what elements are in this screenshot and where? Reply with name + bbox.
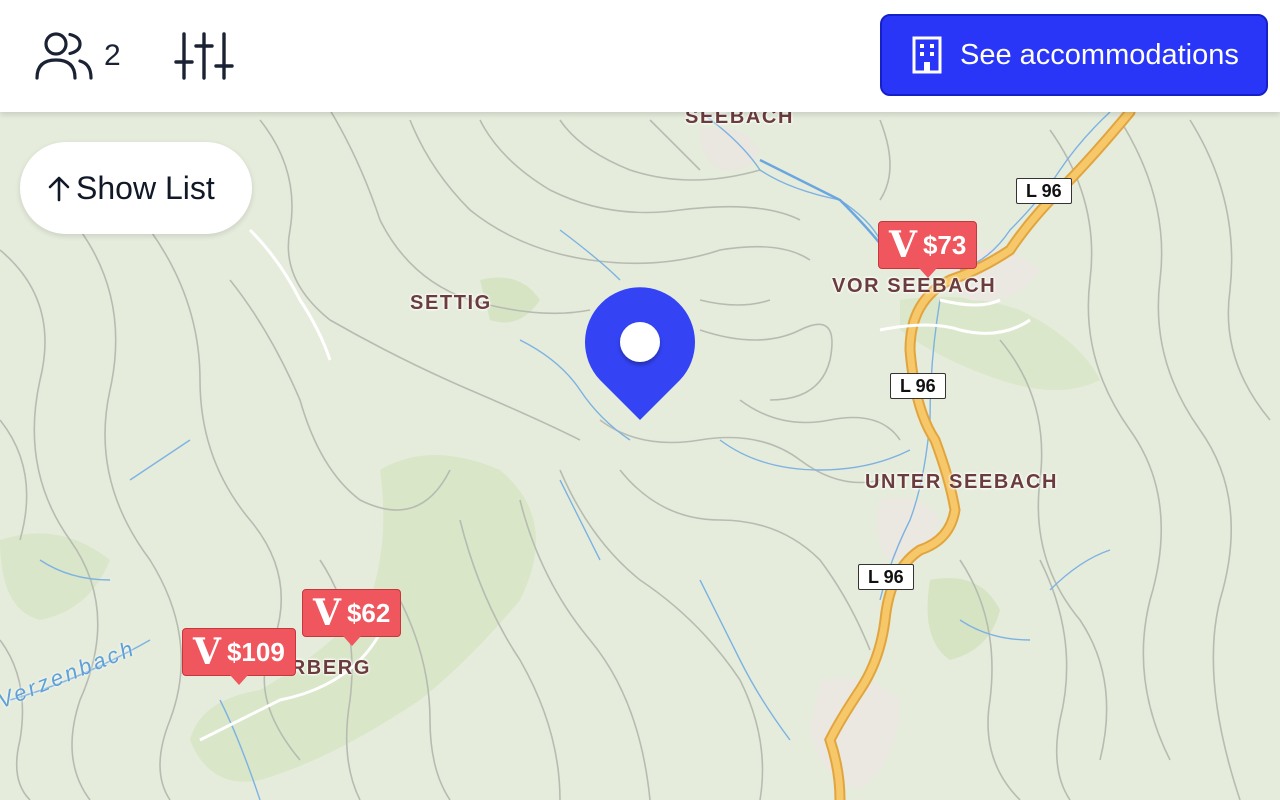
vendor-logo: V: [313, 592, 341, 634]
top-bar: 2 See accommodations: [0, 0, 1280, 112]
vendor-logo: V: [889, 224, 917, 266]
place-label-vor-seebach: VOR SEEBACH: [832, 275, 997, 297]
see-accommodations-label: See accommodations: [960, 38, 1239, 71]
guests-count: 2: [104, 39, 121, 72]
show-list-label: Show List: [76, 169, 215, 206]
place-label-settig: SETTIG: [410, 292, 492, 314]
show-list-button[interactable]: Show List: [20, 142, 252, 234]
see-accommodations-button[interactable]: See accommodations: [880, 14, 1268, 96]
price-amount: $73: [922, 229, 967, 260]
road-label: L 96: [1016, 178, 1072, 204]
guests-selector[interactable]: 2: [34, 30, 121, 82]
vendor-logo: V: [193, 631, 221, 673]
location-pin-icon[interactable]: [584, 287, 696, 422]
price-marker[interactable]: V $73: [878, 221, 978, 278]
price-amount: $62: [346, 597, 391, 628]
road-label: L 96: [858, 564, 914, 590]
building-icon: [912, 36, 942, 74]
arrow-up-icon: [48, 176, 70, 202]
price-marker[interactable]: V $109: [182, 628, 296, 685]
place-label-unter-seebach: UNTER SEEBACH: [865, 471, 1059, 493]
filters-button[interactable]: [174, 30, 234, 82]
sliders-icon: [174, 32, 234, 80]
price-marker[interactable]: V $62: [302, 589, 402, 646]
road-label: L 96: [890, 373, 946, 399]
price-amount: $109: [226, 636, 285, 667]
users-icon: [35, 32, 93, 80]
